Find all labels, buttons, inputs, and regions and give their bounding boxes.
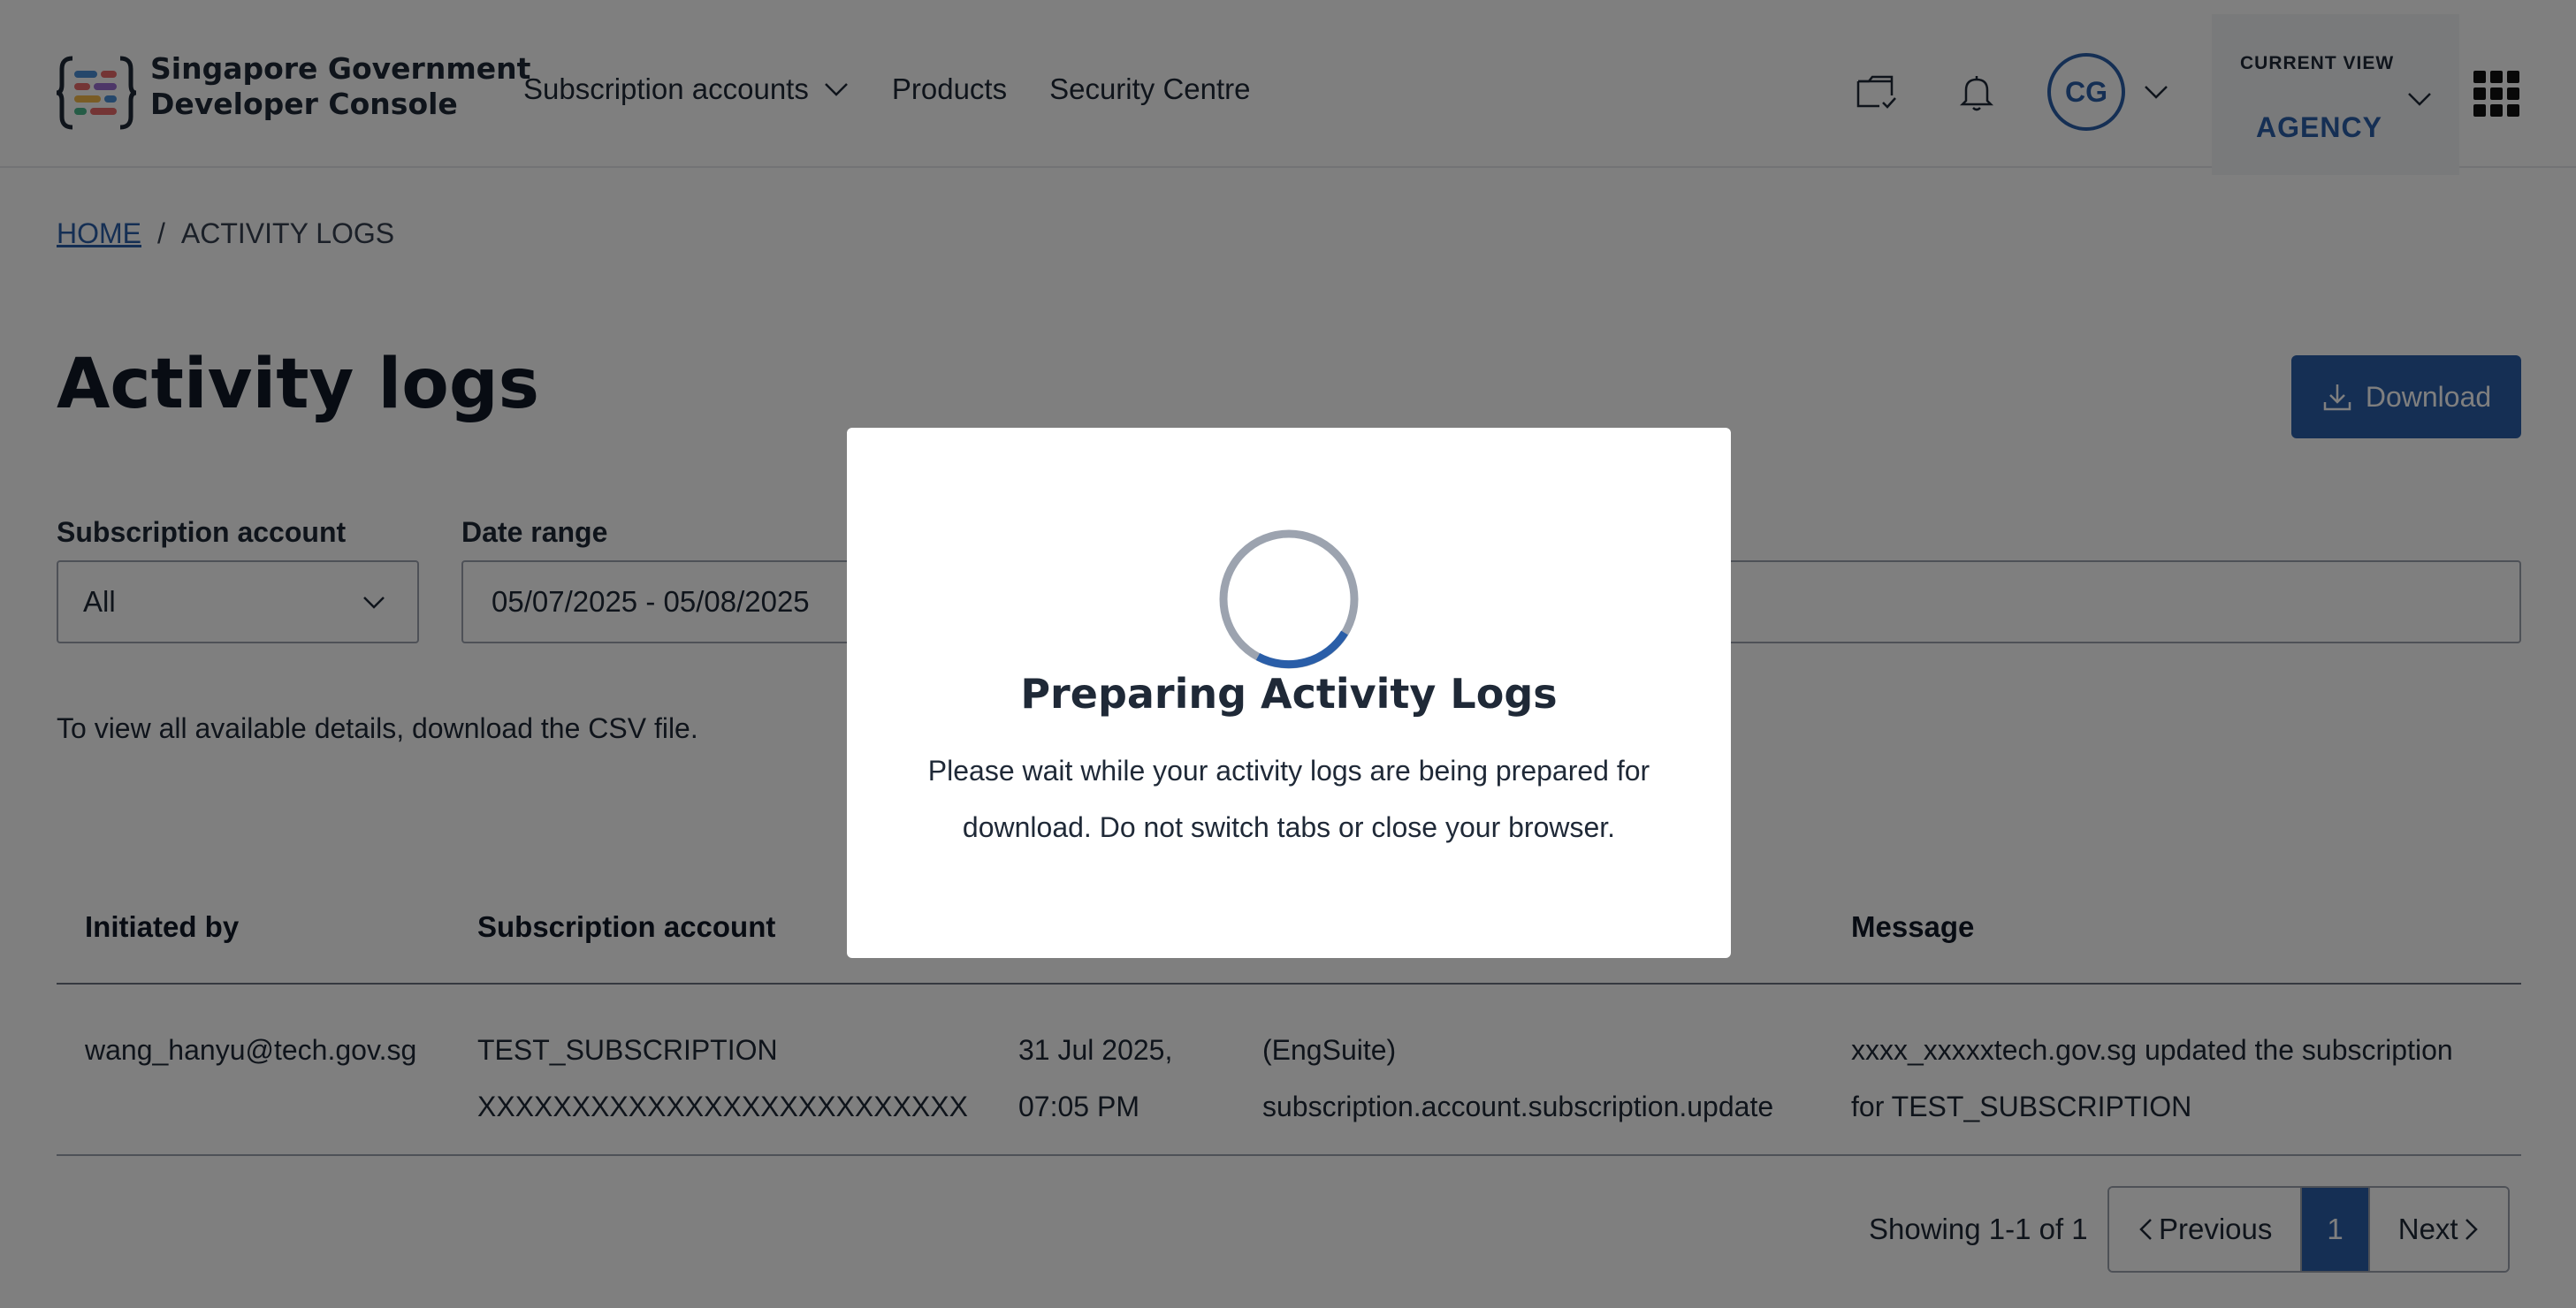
modal-body-line2: download. Do not switch tabs or close yo… (962, 811, 1616, 843)
modal-body-line1: Please wait while your activity logs are… (927, 755, 1650, 787)
preparing-logs-modal: Preparing Activity Logs Please wait whil… (847, 428, 1731, 958)
loading-spinner-icon (1219, 529, 1359, 669)
modal-body: Please wait while your activity logs are… (900, 742, 1678, 856)
modal-title: Preparing Activity Logs (1020, 670, 1558, 718)
